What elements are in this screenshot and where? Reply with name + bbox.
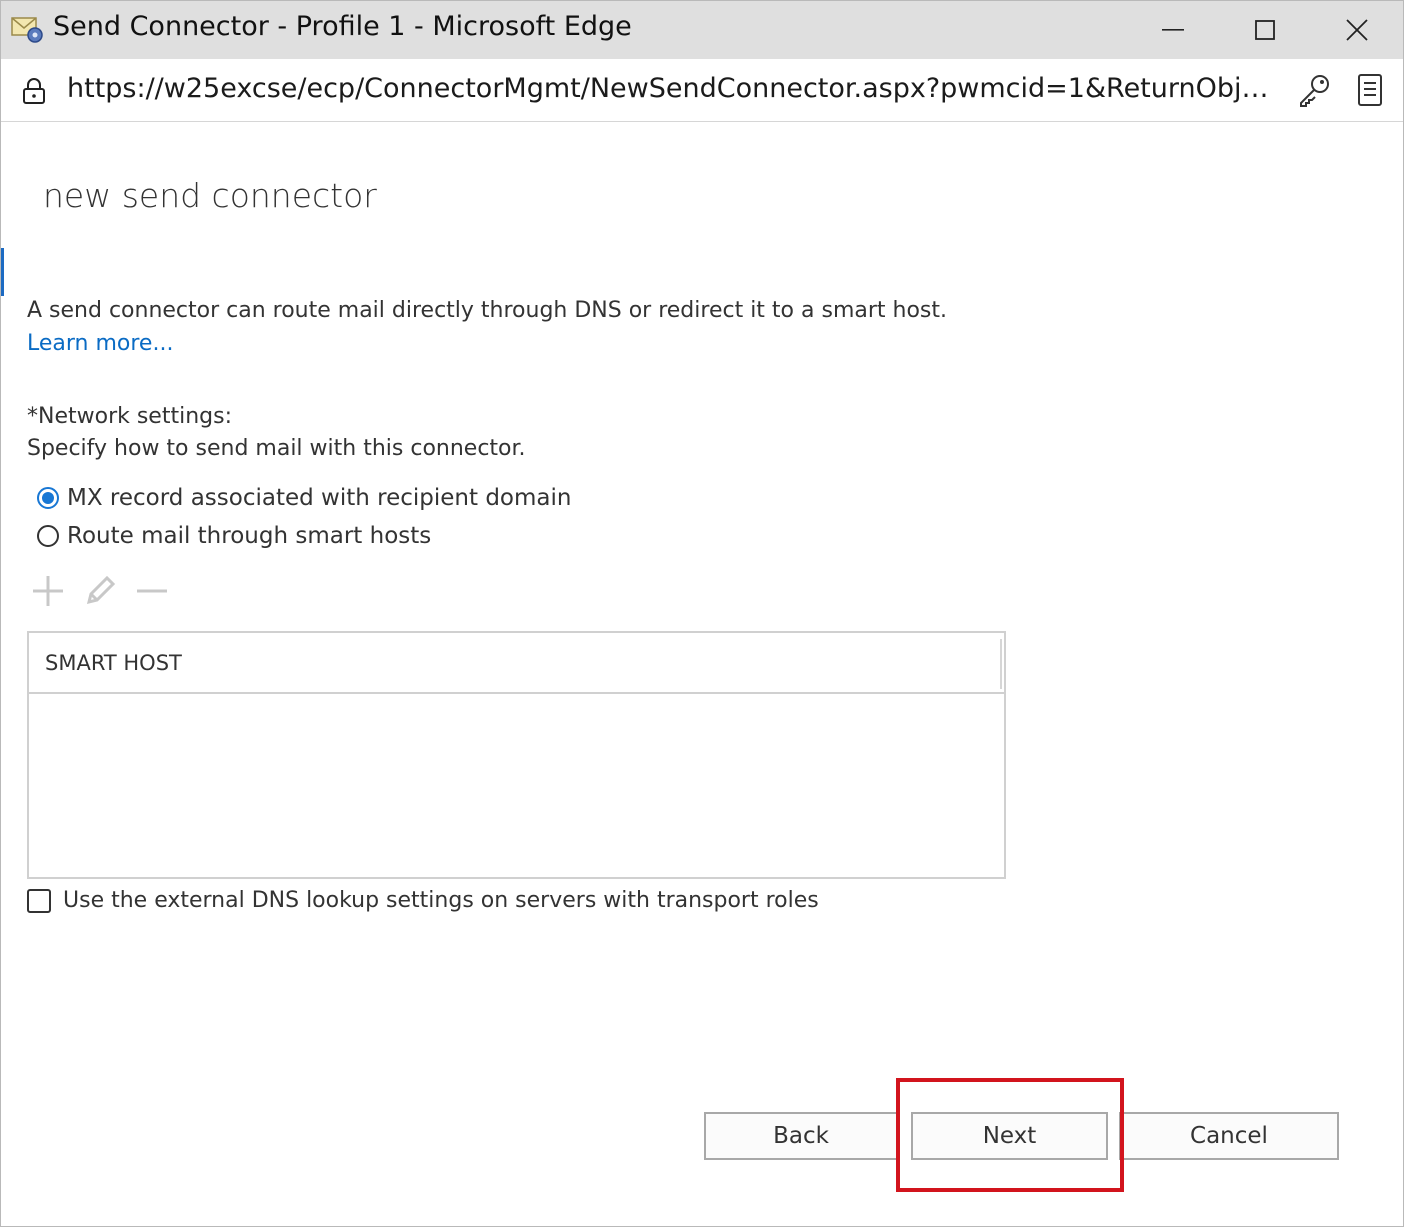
browser-window: Send Connector - Profile 1 - Microsoft E… (0, 0, 1404, 1227)
network-settings-label: *Network settings: (27, 404, 232, 429)
back-button[interactable]: Back (704, 1112, 898, 1160)
radio-smart-hosts[interactable]: Route mail through smart hosts (37, 523, 431, 549)
window-title: Send Connector - Profile 1 - Microsoft E… (53, 11, 632, 42)
maximize-button[interactable] (1219, 1, 1311, 59)
mail-connector-icon (11, 17, 43, 43)
dns-lookup-label: Use the external DNS lookup settings on … (63, 888, 819, 913)
radio-smart-hosts-label: Route mail through smart hosts (67, 523, 432, 549)
edit-icon (86, 575, 116, 605)
minimize-button[interactable] (1127, 1, 1219, 59)
smart-host-toolbar (31, 574, 169, 608)
dns-lookup-option[interactable]: Use the external DNS lookup settings on … (27, 888, 819, 913)
reader-mode-icon[interactable] (1357, 73, 1383, 107)
minimize-icon (1162, 29, 1184, 31)
column-divider (1000, 639, 1002, 689)
edit-button[interactable] (83, 574, 117, 608)
radio-mx-record[interactable]: MX record associated with recipient doma… (37, 485, 571, 511)
dns-lookup-checkbox[interactable] (27, 888, 51, 913)
next-button[interactable]: Next (911, 1112, 1108, 1160)
left-accent-bar (1, 248, 4, 296)
cancel-button[interactable]: Cancel (1119, 1112, 1339, 1160)
radio-mx-record-label: MX record associated with recipient doma… (67, 485, 572, 511)
page-title: new send connector (43, 176, 377, 215)
url-field[interactable]: https://w25excse/ecp/ConnectorMgmt/NewSe… (67, 73, 1277, 104)
key-icon[interactable] (1297, 73, 1333, 107)
add-icon (33, 576, 63, 606)
wizard-content: new send connector A send connector can … (1, 122, 1403, 1226)
smart-host-list[interactable]: SMART HOST (27, 631, 1006, 879)
radio-button-selected[interactable] (37, 487, 59, 509)
maximize-icon (1255, 20, 1275, 40)
remove-icon (137, 589, 167, 593)
intro-text: A send connector can route mail directly… (27, 294, 987, 360)
close-icon (1346, 19, 1368, 41)
address-bar: https://w25excse/ecp/ConnectorMgmt/NewSe… (1, 59, 1403, 122)
add-button[interactable] (31, 574, 65, 608)
lock-icon[interactable] (21, 77, 47, 105)
intro-description: A send connector can route mail directly… (27, 298, 948, 323)
smart-host-header-label: SMART HOST (45, 651, 182, 675)
remove-button[interactable] (135, 574, 169, 608)
radio-button-unselected[interactable] (37, 525, 59, 547)
learn-more-link[interactable]: Learn more... (27, 331, 173, 356)
title-bar: Send Connector - Profile 1 - Microsoft E… (1, 1, 1403, 59)
smart-host-column-header[interactable]: SMART HOST (29, 633, 1004, 694)
network-settings-description: Specify how to send mail with this conne… (27, 436, 526, 461)
close-button[interactable] (1311, 1, 1403, 59)
